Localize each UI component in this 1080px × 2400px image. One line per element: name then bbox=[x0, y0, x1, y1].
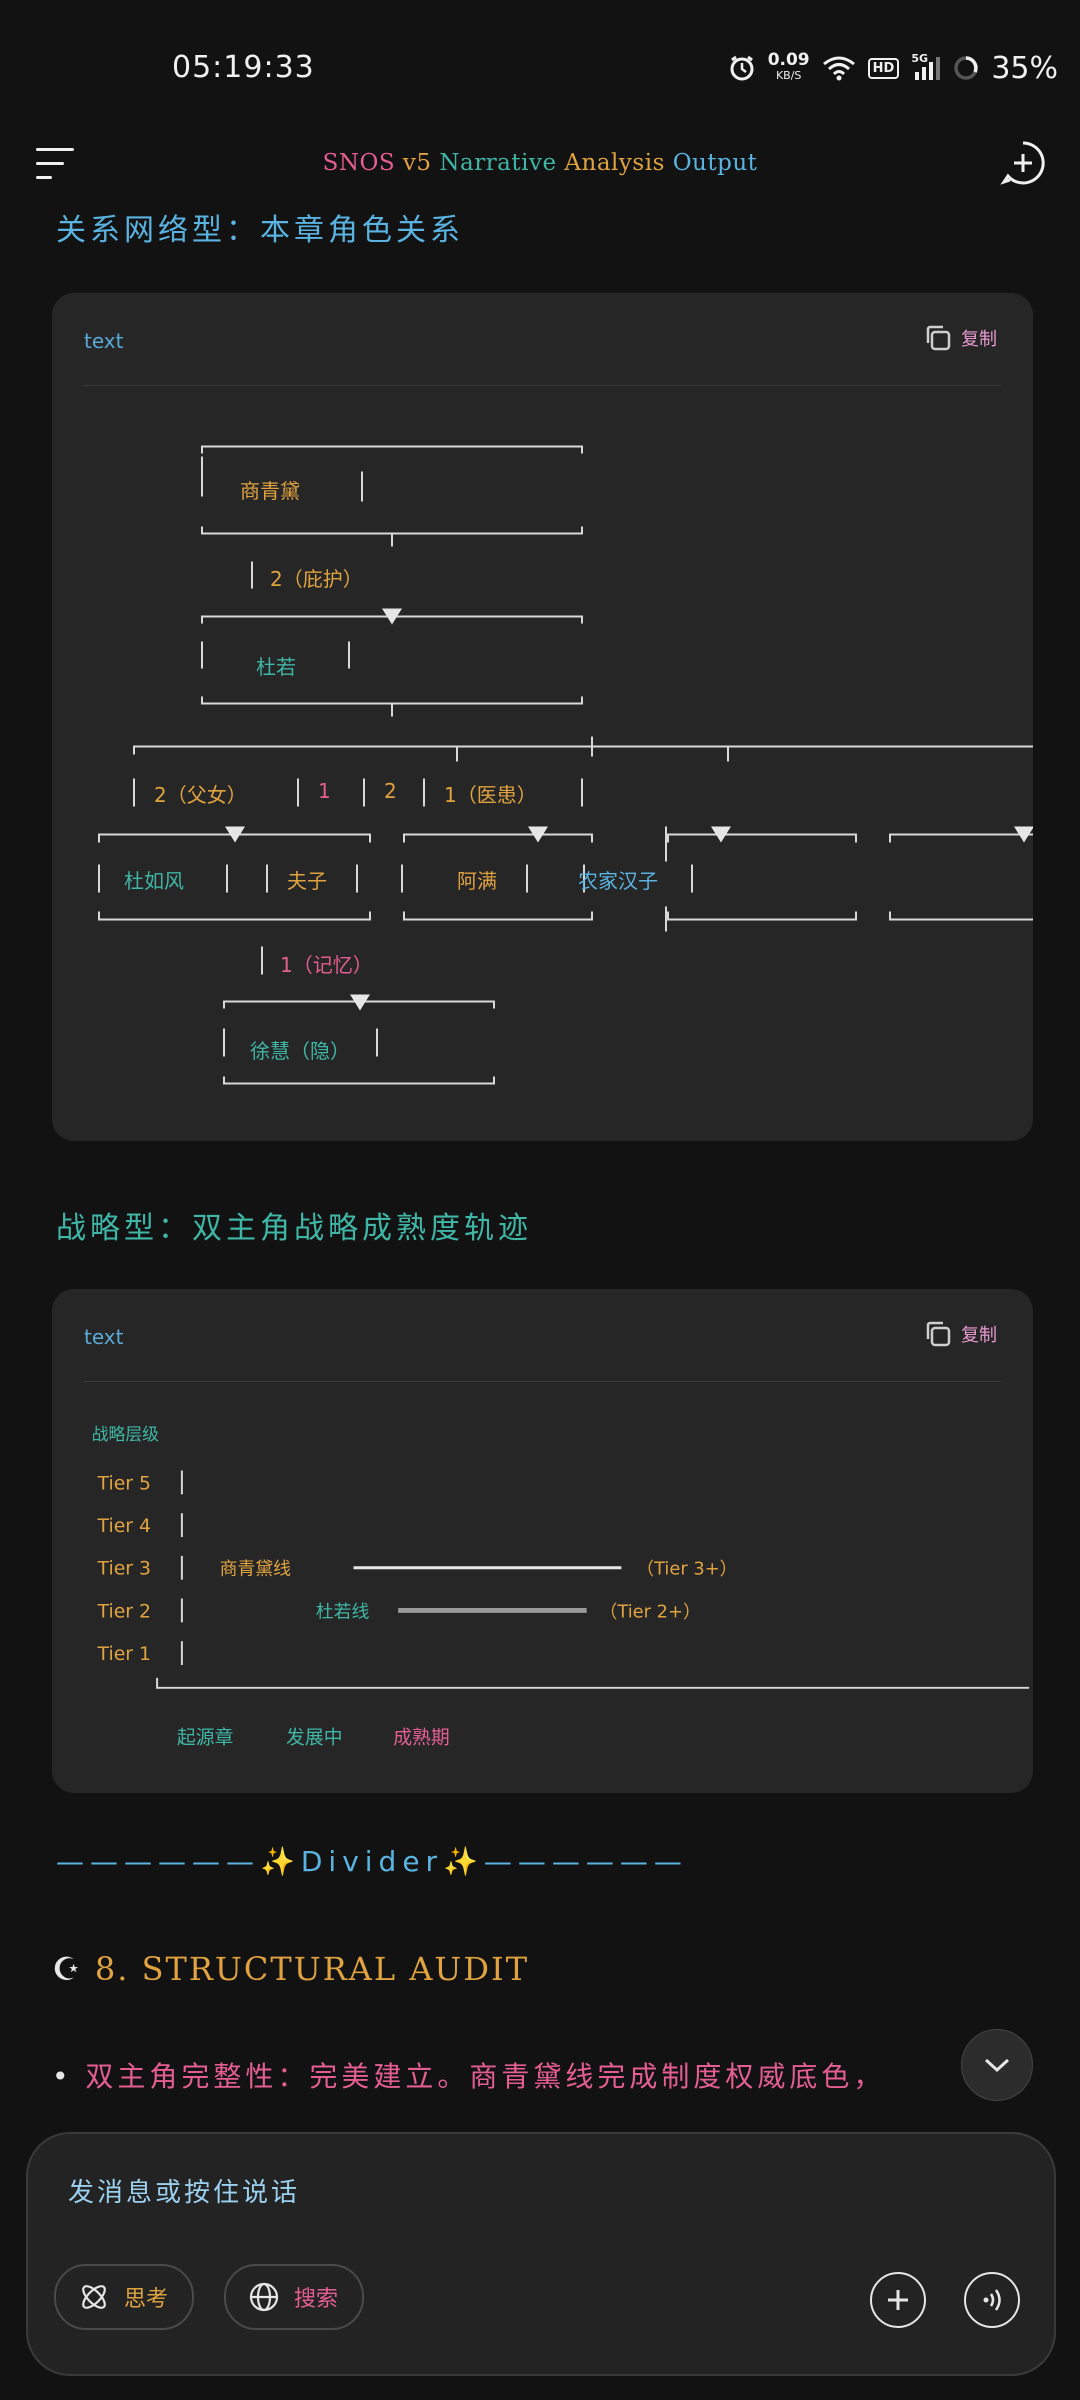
node-du-rufeng: 杜如风 bbox=[124, 869, 184, 893]
voice-call-button[interactable] bbox=[964, 2272, 1020, 2328]
edge-protect: 2（庇护） bbox=[270, 567, 363, 591]
title-part: Output bbox=[672, 150, 758, 176]
series-end-label: （Tier 3+） bbox=[636, 1559, 737, 1580]
tier-label: Tier 4 bbox=[97, 1516, 151, 1537]
code-block-relations: text 复制 商青黛 2（庇护） 杜若 2（父女） 1 2 1（医患） 杜如风… bbox=[52, 293, 1033, 1141]
audit-bullet: • 双主角完整性：完美建立。商青黛线完成制度权威底色， bbox=[52, 2060, 886, 2093]
bullet-dot: • bbox=[52, 2060, 73, 2093]
node-xu-hui: 徐慧（隐） bbox=[250, 1039, 350, 1063]
search-label: 搜索 bbox=[294, 2287, 339, 2312]
tier-label: Tier 1 bbox=[97, 1644, 151, 1665]
edge-memory: 1（记忆） bbox=[280, 953, 373, 977]
edge-doctor-patient: 1（医患） bbox=[444, 783, 537, 807]
network-speed: 0.09 KB/S bbox=[767, 50, 810, 83]
status-icons: 0.09 KB/S HD 5G 35% bbox=[728, 48, 1058, 88]
title-part: v5 bbox=[402, 150, 440, 176]
node-fuzi: 夫子 bbox=[287, 869, 327, 893]
node-farmer: 农家汉子 bbox=[578, 869, 658, 893]
edge-father-daughter: 2（父女） bbox=[154, 783, 247, 807]
series-end-label: （Tier 2+） bbox=[600, 1601, 701, 1622]
chart-title: 战略层级 bbox=[92, 1424, 160, 1444]
plus-icon bbox=[888, 2290, 908, 2310]
code-block-strategy: text 复制 战略层级 Tier 5 Tier 4 Tier 3 Tier 2 Tier… bbox=[52, 1289, 1033, 1793]
scroll-to-bottom-button[interactable] bbox=[961, 2029, 1033, 2101]
status-time: 05:19:33 bbox=[172, 50, 315, 85]
add-attachment-button[interactable] bbox=[870, 2272, 926, 2328]
think-label: 思考 bbox=[124, 2287, 169, 2312]
x-category-label: 发展中 bbox=[286, 1726, 343, 1748]
battery-icon bbox=[954, 56, 979, 80]
signal-icon: 5G bbox=[911, 52, 941, 82]
alarm-icon bbox=[730, 55, 754, 81]
strategy-tier-chart: 战略层级 Tier 5 Tier 4 Tier 3 Tier 2 Tier 1 商青黛线 （T… bbox=[92, 1424, 1030, 1748]
divider: ——————✨Divider✨—————— bbox=[56, 1845, 688, 1878]
atom-icon bbox=[82, 2285, 106, 2309]
moon-star-icon: ☪ bbox=[52, 1950, 83, 1988]
top-bar: SNOS v5 Narrative Analysis Output bbox=[0, 130, 1080, 200]
edge-one: 1 bbox=[318, 779, 331, 803]
title-part: SNOS bbox=[322, 150, 403, 176]
relation-diagram bbox=[98, 445, 1033, 1085]
x-category-label: 成熟期 bbox=[393, 1726, 449, 1748]
section-heading-audit: ☪ 8. STRUCTURAL AUDIT bbox=[52, 1950, 530, 1988]
wifi-icon bbox=[822, 56, 855, 81]
edge-two: 2 bbox=[384, 779, 397, 803]
series-label: 杜若线 bbox=[316, 1601, 370, 1622]
node-a-man: 阿满 bbox=[457, 869, 497, 893]
tier-label: Tier 5 bbox=[97, 1473, 151, 1494]
voice-wave-icon bbox=[983, 2289, 1001, 2311]
tier-label: Tier 3 bbox=[97, 1559, 151, 1580]
chevron-down-icon bbox=[984, 2058, 1010, 2073]
title-part: Narrative bbox=[439, 150, 565, 176]
node-du-ruo: 杜若 bbox=[256, 655, 296, 679]
search-button[interactable]: 搜索 bbox=[224, 2264, 365, 2330]
x-category-label: 起源章 bbox=[177, 1726, 234, 1748]
page-title: SNOS v5 Narrative Analysis Output bbox=[0, 150, 1080, 176]
tier-label: Tier 2 bbox=[97, 1601, 151, 1622]
globe-icon bbox=[249, 2282, 279, 2312]
title-part: Analysis bbox=[564, 150, 673, 176]
status-bar: 05:19:33 0.09 KB/S HD 5G 35% bbox=[0, 0, 1080, 130]
section-heading-strategy: 战略型：双主角战略成熟度轨迹 bbox=[56, 1211, 532, 1246]
message-input[interactable]: 发消息或按住说话 bbox=[68, 2172, 300, 2209]
hd-badge: HD bbox=[867, 57, 900, 79]
think-button[interactable]: 思考 bbox=[54, 2264, 195, 2330]
battery-level: 35% bbox=[991, 50, 1058, 86]
message-composer: 发消息或按住说话 思考 搜索 bbox=[26, 2132, 1056, 2376]
node-shang-qingdai: 商青黛 bbox=[240, 479, 300, 503]
series-label: 商青黛线 bbox=[220, 1559, 292, 1580]
section-heading-network: 关系网络型：本章角色关系 bbox=[56, 213, 464, 248]
x-axis-line bbox=[156, 1677, 1030, 1689]
new-chat-icon[interactable] bbox=[1000, 140, 1046, 186]
